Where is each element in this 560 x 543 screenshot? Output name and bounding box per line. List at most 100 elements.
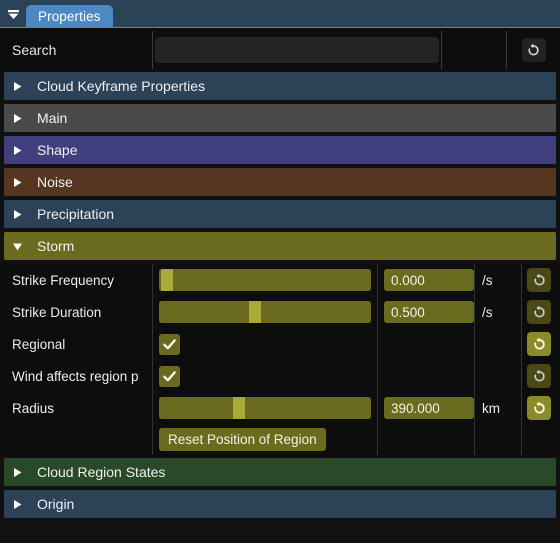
action-cell: Reset Position of Region	[153, 427, 377, 451]
property-label: Wind affects region p	[12, 368, 139, 384]
triangle-right-icon	[12, 145, 30, 156]
section-main[interactable]: Main	[4, 104, 556, 132]
reset-cell	[522, 268, 556, 292]
panel-menu-button[interactable]	[0, 0, 26, 28]
regional-reset-button[interactable]	[527, 332, 551, 356]
slider-handle[interactable]	[233, 397, 245, 419]
slider-cell	[153, 269, 377, 291]
section-origin[interactable]: Origin	[4, 490, 556, 518]
property-row-reset-position: Reset Position of Region	[4, 423, 556, 455]
search-label: Search	[12, 42, 57, 58]
slider-handle[interactable]	[248, 301, 261, 323]
divider	[474, 328, 475, 360]
revert-icon	[533, 401, 545, 413]
section-label: Precipitation	[37, 206, 115, 222]
strike-frequency-value[interactable]: 0.000	[384, 269, 474, 291]
triangle-right-icon	[12, 467, 30, 478]
radius-value[interactable]: 390.000	[384, 397, 474, 419]
reset-cell	[522, 300, 556, 324]
section-label: Main	[37, 110, 68, 126]
section-cloud-region-states[interactable]: Cloud Region States	[4, 458, 556, 486]
search-field-cell	[153, 37, 441, 63]
reset-cell	[522, 364, 556, 388]
property-row-wind-affects-region: Wind affects region p	[4, 360, 556, 392]
divider	[377, 328, 378, 360]
reset-position-of-region-button[interactable]: Reset Position of Region	[159, 427, 326, 451]
property-row-radius: Radius 390.000 km	[4, 392, 556, 424]
search-reset-button[interactable]	[521, 38, 546, 62]
revert-icon	[533, 337, 545, 349]
revert-icon	[533, 305, 545, 317]
revert-icon	[533, 369, 545, 381]
radius-reset-button[interactable]	[527, 396, 551, 420]
divider	[474, 360, 475, 392]
section-storm[interactable]: Storm	[4, 232, 556, 260]
property-label: Strike Duration	[12, 304, 102, 320]
unit-label: /s	[482, 272, 493, 288]
section-label: Origin	[37, 496, 75, 512]
divider	[377, 423, 378, 455]
strike-frequency-reset-button[interactable]	[527, 268, 551, 292]
search-row: Search	[0, 28, 560, 72]
tab-properties[interactable]: Properties	[26, 5, 113, 28]
wind-affects-region-reset-button[interactable]	[527, 364, 551, 388]
titlebar: Properties	[0, 0, 560, 28]
value-cell: 390.000	[378, 397, 474, 419]
reset-cell	[522, 396, 556, 420]
section-precipitation[interactable]: Precipitation	[4, 200, 556, 228]
revert-icon	[528, 43, 539, 55]
sections-bottom: Cloud Region States Origin	[0, 458, 560, 518]
divider	[521, 423, 522, 455]
strike-duration-value[interactable]: 0.500	[384, 301, 474, 323]
divider	[377, 360, 378, 392]
section-label: Storm	[37, 238, 75, 254]
section-label: Cloud Region States	[37, 464, 166, 480]
slider-cell	[153, 301, 377, 323]
regional-checkbox[interactable]	[159, 333, 180, 355]
triangle-right-icon	[12, 113, 30, 124]
sections-top: Cloud Keyframe Properties Main Shape Noi…	[0, 72, 560, 260]
slider-cell	[153, 397, 377, 419]
section-noise[interactable]: Noise	[4, 168, 556, 196]
property-label: Strike Frequency	[12, 272, 115, 288]
section-cloud-keyframe-properties[interactable]: Cloud Keyframe Properties	[4, 72, 556, 100]
unit-label: km	[482, 400, 500, 416]
search-reset-cell	[507, 38, 560, 62]
search-input[interactable]	[155, 37, 439, 63]
strike-frequency-slider[interactable]	[159, 269, 371, 291]
property-row-regional: Regional	[4, 328, 556, 360]
dropdown-triangle-icon	[7, 9, 19, 19]
triangle-down-icon	[12, 241, 30, 252]
wind-affects-region-checkbox[interactable]	[159, 365, 180, 387]
property-row-strike-duration: Strike Duration 0.500 /s	[4, 296, 556, 328]
value-cell: 0.500	[378, 301, 474, 323]
divider	[441, 31, 442, 69]
checkbox-cell	[153, 365, 377, 387]
radius-slider[interactable]	[159, 397, 371, 419]
section-label: Cloud Keyframe Properties	[37, 78, 206, 94]
slider-handle[interactable]	[160, 269, 173, 291]
checkmark-icon	[163, 338, 176, 349]
property-label: Radius	[12, 400, 55, 416]
revert-icon	[533, 273, 545, 285]
property-row-strike-frequency: Strike Frequency 0.000 /s	[4, 264, 556, 296]
value-cell: 0.000	[378, 269, 474, 291]
checkmark-icon	[163, 370, 176, 381]
strike-duration-slider[interactable]	[159, 301, 371, 323]
triangle-right-icon	[12, 499, 30, 510]
triangle-right-icon	[12, 81, 30, 92]
property-label: Regional	[12, 336, 66, 352]
reset-cell	[522, 332, 556, 356]
tab-properties-label: Properties	[38, 9, 101, 24]
storm-body: Strike Frequency 0.000 /s Strike Duratio…	[0, 264, 560, 458]
triangle-right-icon	[12, 209, 30, 220]
properties-panel: Properties Search Cloud Keyframe Propert…	[0, 0, 560, 543]
strike-duration-reset-button[interactable]	[527, 300, 551, 324]
section-label: Noise	[37, 174, 73, 190]
triangle-right-icon	[12, 177, 30, 188]
unit-label: /s	[482, 304, 493, 320]
section-label: Shape	[37, 142, 78, 158]
checkbox-cell	[153, 333, 377, 355]
divider	[474, 423, 475, 455]
section-shape[interactable]: Shape	[4, 136, 556, 164]
